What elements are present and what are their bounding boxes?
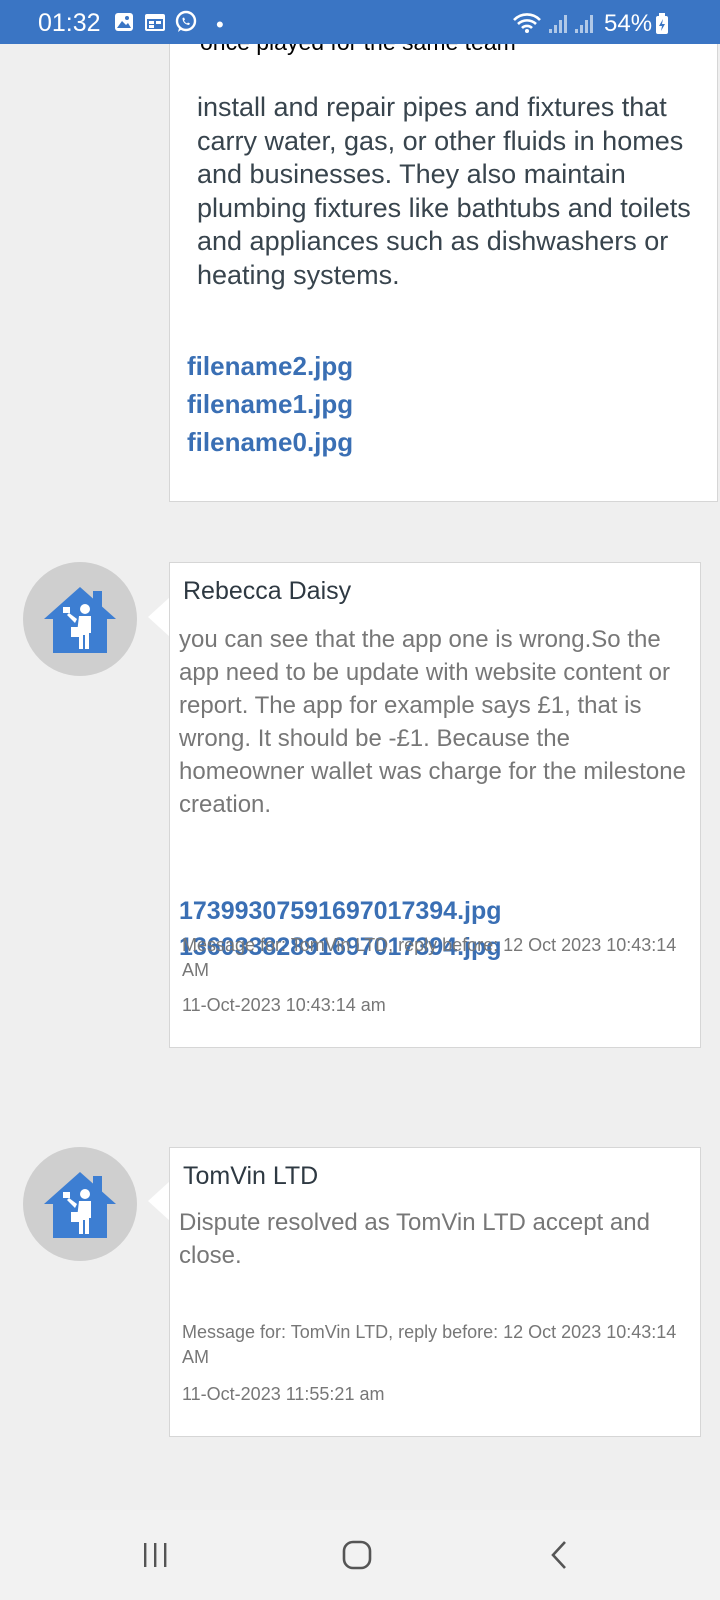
reply-info: Message for: TomVin LTD, reply before: 1…	[182, 1322, 677, 1367]
signal-icon-2	[575, 15, 593, 33]
message-card: Rebecca Daisy you can see that the app o…	[169, 562, 701, 1048]
attachment-link[interactable]: 17399307591697017394.jpg	[179, 893, 502, 929]
avatar	[23, 562, 137, 676]
home-icon	[342, 1540, 372, 1570]
whatsapp-icon	[175, 10, 197, 32]
status-time: 01:32	[38, 9, 101, 37]
tradesman-house-icon	[44, 587, 116, 653]
message-timestamp: 11-Oct-2023 10:43:14 am	[182, 995, 386, 1015]
message-card: once played for the same team install an…	[169, 44, 718, 502]
back-button[interactable]	[530, 1530, 590, 1580]
home-button[interactable]	[327, 1530, 387, 1580]
reply-info: Message for: TomVin LTD, reply before: 1…	[182, 935, 677, 980]
back-icon	[551, 1541, 566, 1569]
message-text: install and repair pipes and fixtures th…	[197, 92, 691, 290]
attachment-list: filename2.jpg filename1.jpg filename0.jp…	[187, 347, 353, 461]
wifi-icon	[513, 13, 541, 33]
bubble-pointer	[148, 1181, 170, 1221]
recents-icon	[144, 1543, 167, 1567]
signal-icon	[549, 15, 567, 33]
message-card: TomVin LTD Dispute resolved as TomVin LT…	[169, 1147, 701, 1437]
message-list[interactable]: once played for the same team install an…	[0, 44, 720, 1510]
sender-name: TomVin LTD	[183, 1162, 319, 1190]
calendar-icon	[145, 14, 165, 31]
message-text: Dispute resolved as TomVin LTD accept an…	[179, 1209, 650, 1269]
screen: 01:32 • 54% install and repair pipes and…	[0, 0, 720, 1600]
sender-name: Rebecca Daisy	[183, 577, 352, 605]
navigation-bar	[0, 1510, 720, 1600]
tradesman-house-icon	[44, 1172, 116, 1238]
gallery-icon	[115, 13, 133, 31]
message-text-partial: once played for the same team	[200, 44, 516, 56]
battery-charging-icon	[656, 13, 668, 34]
bubble-pointer	[148, 597, 170, 637]
message-timestamp: 11-Oct-2023 11:55:21 am	[182, 1384, 385, 1404]
notification-dot: •	[216, 12, 224, 37]
attachment-link[interactable]: filename0.jpg	[187, 423, 353, 461]
avatar	[23, 1147, 137, 1261]
battery-percent: 54%	[604, 10, 653, 37]
attachment-link[interactable]: filename2.jpg	[187, 347, 353, 385]
status-bar: 01:32 • 54%	[0, 0, 720, 44]
message-text: you can see that the app one is wrong.So…	[179, 626, 686, 818]
recents-button[interactable]	[126, 1530, 186, 1580]
attachment-link[interactable]: filename1.jpg	[187, 385, 353, 423]
